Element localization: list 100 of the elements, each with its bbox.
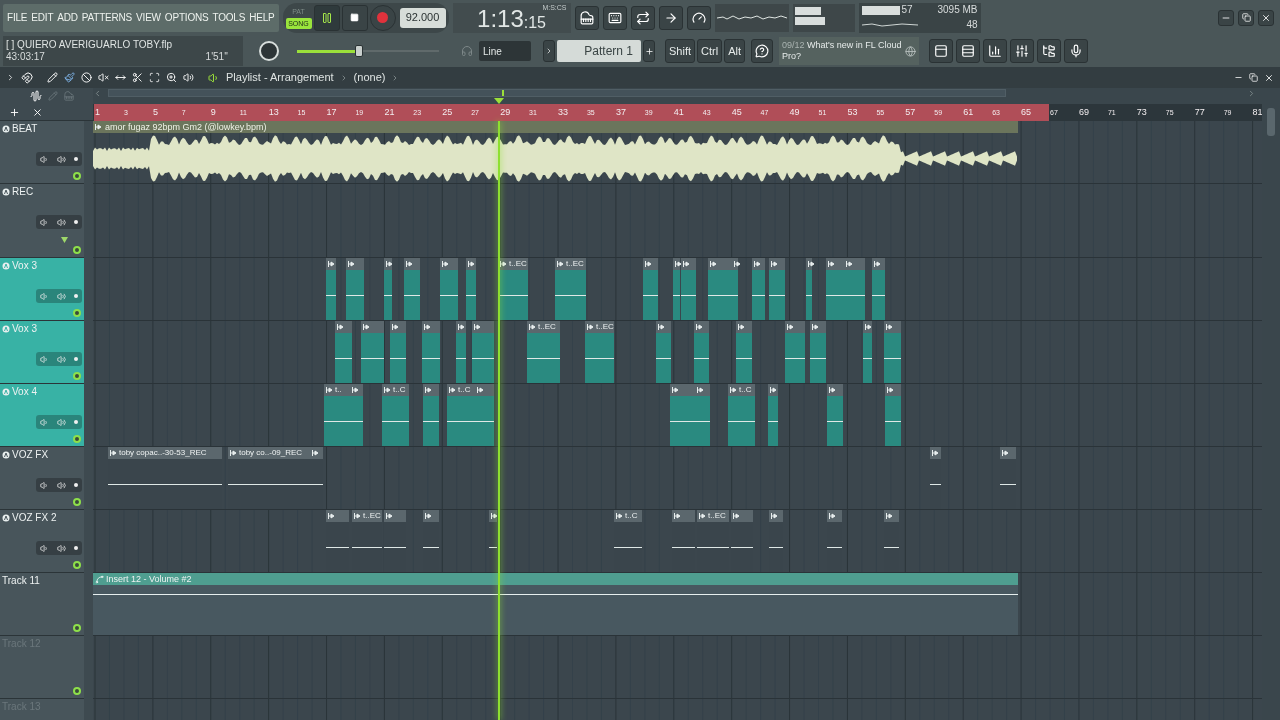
clip-header[interactable]: t..C	[447, 384, 475, 396]
restore-button[interactable]	[1238, 9, 1254, 26]
menu-item[interactable]: PATTERNS	[81, 10, 133, 25]
close-icon[interactable]	[32, 106, 43, 118]
ruler-mark[interactable]: 13	[267, 104, 298, 121]
clip-header[interactable]	[872, 258, 885, 270]
circle-icon[interactable]	[2, 188, 10, 196]
piano-button[interactable]	[574, 5, 599, 30]
status-ring-icon[interactable]	[73, 372, 81, 380]
clip-header[interactable]	[404, 258, 420, 270]
menu-item[interactable]: ADD	[57, 10, 78, 25]
clip-header[interactable]	[844, 258, 865, 270]
clip-header[interactable]	[472, 321, 494, 333]
ruler-mark[interactable]: 37	[614, 104, 645, 121]
ruler-mark[interactable]: 9	[209, 104, 240, 121]
speaker-icon[interactable]	[57, 154, 66, 164]
circle-icon[interactable]	[2, 451, 10, 459]
pattern-selector[interactable]: Pattern 1	[557, 40, 641, 62]
ruler-mark[interactable]: 29	[499, 104, 529, 121]
clip-header[interactable]	[466, 258, 476, 270]
status-ring-icon[interactable]	[73, 498, 81, 506]
snap-dropdown[interactable]: Line	[479, 41, 531, 61]
clip-header[interactable]: t..C	[382, 384, 409, 396]
loop-button[interactable]	[630, 5, 655, 30]
track-controls[interactable]	[36, 352, 82, 366]
status-ring-icon[interactable]	[73, 172, 81, 180]
status-ring-icon[interactable]	[73, 435, 81, 443]
menu-item[interactable]: TOOLS	[212, 10, 246, 25]
track-controls[interactable]	[36, 415, 82, 429]
ruler-mark[interactable]: 41	[672, 104, 703, 121]
plus-icon[interactable]	[644, 46, 654, 56]
ruler-mark[interactable]: 65	[1020, 104, 1050, 121]
clip-header[interactable]: t..EC	[498, 258, 528, 270]
menu-item[interactable]: EDIT	[31, 10, 54, 25]
paintbrush-icon[interactable]	[64, 72, 75, 83]
clip-header[interactable]	[335, 321, 352, 333]
clip-header[interactable]	[930, 447, 941, 459]
stop-icon[interactable]	[350, 13, 359, 22]
ruler-mark[interactable]: 33	[557, 104, 587, 121]
speaker-icon[interactable]	[57, 480, 66, 490]
clip-header[interactable]	[731, 510, 753, 522]
pause-icon[interactable]	[320, 11, 333, 24]
clip-header[interactable]: toby co..-09_REC	[228, 447, 310, 459]
clip-header[interactable]	[806, 258, 812, 270]
clip-header[interactable]	[752, 258, 765, 270]
status-ring-icon[interactable]	[73, 309, 81, 317]
mute-tool-icon[interactable]	[98, 72, 109, 83]
clip-header[interactable]: t..EC	[697, 510, 729, 522]
clip-header[interactable]	[326, 510, 349, 522]
close-icon[interactable]	[1264, 72, 1274, 83]
zoom-icon[interactable]	[166, 72, 177, 83]
clip-header[interactable]: t..EC	[555, 258, 586, 270]
typing-keyboard-button[interactable]	[602, 5, 627, 30]
clip-header[interactable]	[489, 510, 497, 522]
slip-tool-icon[interactable]	[115, 72, 126, 83]
ruler-mark[interactable]: 49	[788, 104, 818, 121]
speaker-icon[interactable]	[40, 543, 49, 553]
track-header[interactable]: VOZ FX	[0, 447, 84, 510]
clip-header[interactable]	[681, 258, 696, 270]
modifier-key-button[interactable]: Ctrl	[697, 39, 723, 63]
plus-icon[interactable]	[9, 106, 20, 118]
clip-header[interactable]	[884, 510, 899, 522]
microphone-icon[interactable]	[1068, 44, 1083, 58]
gauge-icon[interactable]	[691, 10, 706, 25]
speaker-icon[interactable]	[208, 71, 220, 84]
track-header[interactable]: Track 11	[0, 573, 84, 636]
collapse-triangle-icon[interactable]	[61, 237, 68, 243]
arrangement-selector[interactable]: (none)	[353, 69, 386, 86]
modifier-key-button[interactable]: Shift	[665, 39, 695, 63]
clip-header[interactable]	[769, 510, 783, 522]
clip-header[interactable]: toby copac..-30-53_REC	[108, 447, 222, 459]
help-bubble-icon[interactable]	[754, 44, 769, 58]
caret-icon[interactable]	[6, 73, 15, 82]
menu-item[interactable]: FILE	[7, 10, 28, 25]
rows-icon[interactable]	[960, 44, 975, 58]
menu-item[interactable]: OPTIONS	[164, 10, 209, 25]
track-controls[interactable]	[36, 215, 82, 229]
ruler-mark[interactable]: 17	[325, 104, 355, 121]
clip-header[interactable]: t..EC	[585, 321, 614, 333]
ruler-mark[interactable]: 5	[151, 104, 182, 121]
clip-header[interactable]: t..	[324, 384, 350, 396]
clip-header[interactable]	[384, 510, 406, 522]
playback-tool-icon[interactable]	[183, 72, 194, 83]
speaker-icon[interactable]	[57, 543, 66, 553]
clip-header[interactable]	[440, 258, 458, 270]
add-pattern-button[interactable]	[643, 40, 655, 62]
track-header[interactable]: BEAT	[0, 121, 84, 184]
clip-header[interactable]	[350, 384, 363, 396]
playlist-icon[interactable]	[933, 44, 948, 58]
master-volume-slider[interactable]	[297, 45, 439, 57]
clip-header[interactable]	[475, 384, 494, 396]
clip-header[interactable]	[670, 384, 695, 396]
clip-header[interactable]	[827, 384, 843, 396]
speaker-icon[interactable]	[40, 154, 49, 164]
clip-header[interactable]: t..C	[614, 510, 642, 522]
bars-icon[interactable]	[987, 44, 1002, 58]
clip-header[interactable]	[732, 258, 738, 270]
ruler-mark[interactable]: 45	[730, 104, 761, 121]
clip-header[interactable]	[643, 258, 658, 270]
play-button[interactable]	[313, 4, 340, 31]
